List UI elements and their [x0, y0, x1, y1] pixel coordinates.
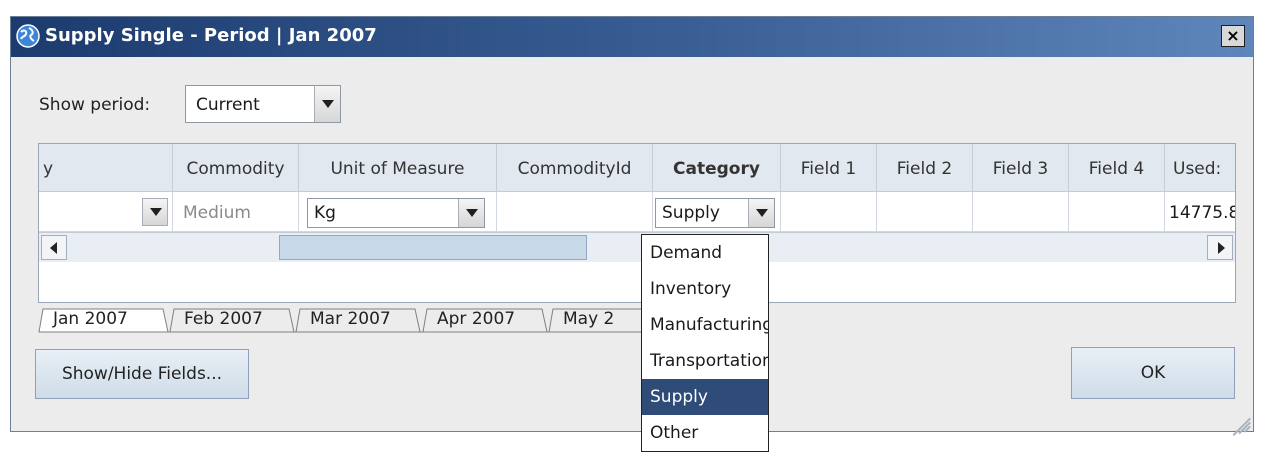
globe-icon — [16, 24, 40, 48]
category-option-supply[interactable]: Supply — [642, 379, 768, 415]
category-value: Supply — [662, 203, 720, 223]
show-period-label: Show period: — [39, 95, 151, 115]
cell-field3[interactable] — [973, 192, 1069, 232]
screen: Supply Single - Period | Jan 2007 × Show… — [0, 0, 1264, 455]
chevron-down-icon — [466, 209, 478, 217]
category-option-manufacturing[interactable]: Manufacturing — [642, 307, 768, 343]
category-dropdown-button[interactable] — [748, 199, 774, 227]
resize-grip[interactable] — [1231, 409, 1251, 436]
category-option-demand[interactable]: Demand — [642, 235, 768, 271]
used-value: 14775.8 — [1169, 203, 1236, 223]
cell-field2[interactable] — [877, 192, 973, 232]
tab-mar-2007[interactable]: Mar 2007 — [296, 301, 420, 333]
column-header-field1[interactable]: Field 1 — [781, 144, 877, 192]
arrow-left-icon — [50, 242, 57, 254]
show-period-dropdown-button[interactable] — [314, 86, 340, 122]
tab-label: Apr 2007 — [437, 309, 516, 329]
tab-jan-2007[interactable]: Jan 2007 — [39, 301, 167, 333]
column-header-category[interactable]: Category — [653, 144, 781, 192]
supply-dialog: Supply Single - Period | Jan 2007 × Show… — [10, 16, 1254, 436]
category-dropdown-list: Demand Inventory Manufacturing Transport… — [641, 234, 769, 452]
tab-label: May 2 — [563, 309, 615, 329]
cell-field4[interactable] — [1069, 192, 1165, 232]
horizontal-scrollbar[interactable] — [39, 232, 1235, 262]
title-bar[interactable]: Supply Single - Period | Jan 2007 × — [11, 17, 1253, 57]
category-option-transportation[interactable]: Transportation — [642, 343, 768, 379]
tab-label: Mar 2007 — [310, 309, 391, 329]
supply-grid: y Commodity Unit of Measure CommodityId … — [38, 143, 1236, 303]
col0-dropdown-button[interactable] — [142, 198, 168, 226]
scroll-left-button[interactable] — [41, 235, 67, 260]
column-header-field3[interactable]: Field 3 — [973, 144, 1069, 192]
tab-label: Jan 2007 — [53, 309, 128, 329]
ok-button[interactable]: OK — [1071, 347, 1235, 399]
column-header-col0[interactable]: y — [39, 144, 173, 192]
commodity-value: Medium — [183, 203, 251, 223]
column-header-used[interactable]: Used: — [1165, 144, 1235, 192]
cell-used[interactable]: 14775.8 — [1165, 192, 1236, 232]
category-select[interactable]: Supply — [655, 198, 775, 228]
cell-commodity[interactable]: Medium — [173, 192, 299, 232]
cell-field1[interactable] — [781, 192, 877, 232]
window-title: Supply Single - Period | Jan 2007 — [45, 25, 377, 46]
arrow-right-icon — [1218, 242, 1225, 254]
close-button[interactable]: × — [1221, 25, 1245, 47]
show-hide-fields-button[interactable]: Show/Hide Fields... — [35, 349, 249, 399]
chevron-down-icon — [322, 100, 334, 108]
tab-apr-2007[interactable]: Apr 2007 — [423, 301, 547, 333]
tab-label: Feb 2007 — [184, 309, 263, 329]
cell-col0[interactable] — [39, 192, 173, 232]
category-option-inventory[interactable]: Inventory — [642, 271, 768, 307]
scroll-thumb[interactable] — [279, 235, 587, 260]
cell-category[interactable]: Supply — [653, 192, 781, 232]
column-header-commodityid[interactable]: CommodityId — [497, 144, 653, 192]
column-header-commodity[interactable]: Commodity — [173, 144, 299, 192]
chevron-down-icon — [756, 209, 768, 217]
tab-feb-2007[interactable]: Feb 2007 — [170, 301, 294, 333]
show-period-value: Current — [196, 95, 260, 115]
show-period-select[interactable]: Current — [185, 85, 341, 123]
column-header-unit-of-measure[interactable]: Unit of Measure — [299, 144, 497, 192]
column-header-field2[interactable]: Field 2 — [877, 144, 973, 192]
unit-dropdown-button[interactable] — [458, 199, 484, 227]
category-option-other[interactable]: Other — [642, 415, 768, 451]
column-header-field4[interactable]: Field 4 — [1069, 144, 1165, 192]
scroll-right-button[interactable] — [1207, 235, 1233, 260]
unit-of-measure-select[interactable]: Kg — [307, 198, 485, 228]
cell-commodityid[interactable] — [497, 192, 653, 232]
cell-unit-of-measure[interactable]: Kg — [299, 192, 497, 232]
chevron-down-icon — [150, 208, 162, 216]
unit-of-measure-value: Kg — [314, 203, 336, 223]
